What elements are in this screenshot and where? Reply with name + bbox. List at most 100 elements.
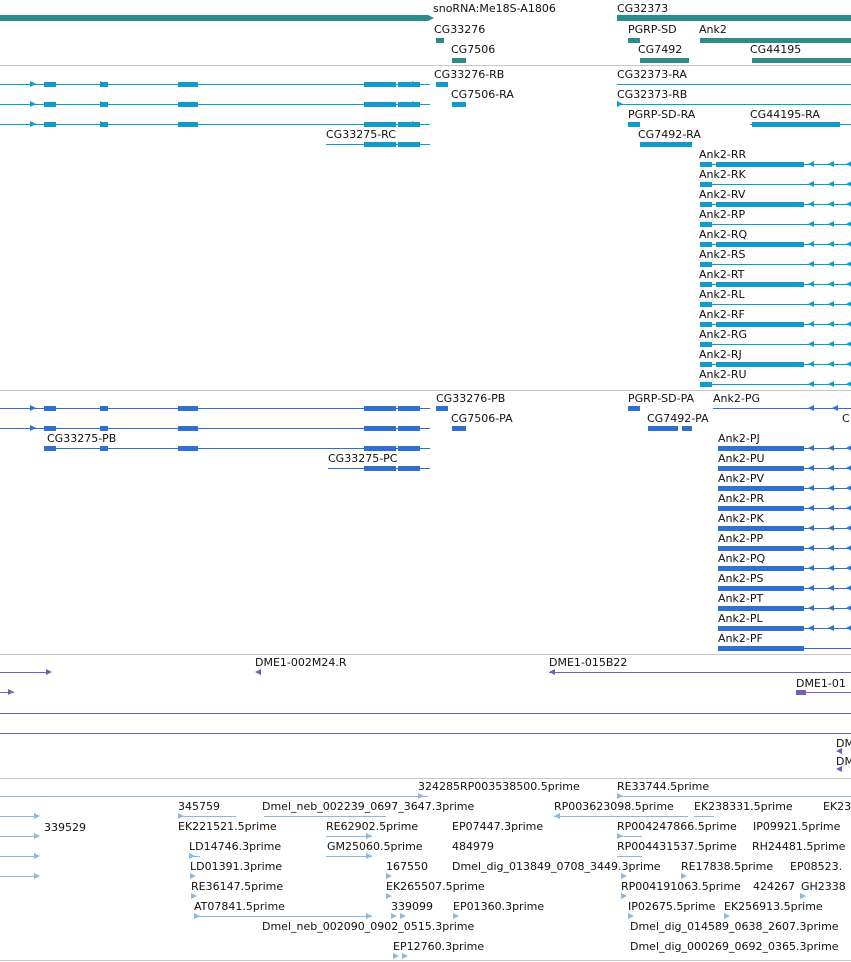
feature-label-proteins[interactable]: Ank2-PL (718, 612, 763, 625)
feature-label-transcripts[interactable]: CG32373-RA (617, 68, 687, 81)
feature-label-proteins[interactable]: Ank2-PF (718, 632, 763, 645)
feature-exon[interactable] (700, 281, 712, 287)
feature-exon[interactable] (628, 37, 640, 43)
feature-intron-line[interactable] (262, 916, 370, 917)
feature-exon[interactable] (617, 15, 851, 21)
feature-intron-line[interactable] (178, 816, 236, 817)
feature-label-proteins[interactable]: Ank2-PS (718, 572, 763, 585)
feature-label-genes[interactable]: CG33276 (434, 23, 485, 36)
feature-label-ests[interactable]: EK23 (823, 800, 851, 813)
feature-label-genes[interactable]: snoRNA:Me18S-A1806 (433, 2, 556, 15)
feature-exon[interactable] (44, 101, 56, 107)
feature-label-transcripts[interactable]: PGRP-SD-RA (628, 108, 695, 121)
feature-intron-line[interactable] (0, 672, 48, 673)
feature-label-transcripts[interactable]: Ank2-RL (699, 288, 745, 301)
feature-intron-line[interactable] (264, 816, 386, 817)
feature-label-clones[interactable]: DM (836, 755, 851, 768)
feature-label-ests[interactable]: RE17838.5prime (681, 860, 773, 873)
feature-exon[interactable] (648, 425, 678, 431)
feature-exon[interactable] (178, 405, 198, 411)
feature-label-transcripts[interactable]: CG7506-RA (451, 88, 514, 101)
feature-exon[interactable] (640, 57, 689, 63)
feature-label-clones[interactable]: DME1-002M24.R (255, 656, 347, 669)
feature-label-transcripts[interactable]: Ank2-RU (699, 368, 747, 381)
feature-exon[interactable] (752, 57, 851, 63)
feature-exon[interactable] (364, 445, 396, 451)
feature-label-proteins[interactable]: Ank2-PG (713, 392, 760, 405)
feature-label-ests[interactable]: IP02675.5prime (628, 900, 715, 913)
feature-label-genes[interactable]: CG7492 (638, 43, 682, 56)
feature-label-transcripts[interactable]: Ank2-RP (699, 208, 745, 221)
feature-label-genes[interactable]: CG7506 (451, 43, 495, 56)
feature-label-proteins[interactable]: CG33275-PC (328, 452, 397, 465)
feature-label-proteins[interactable]: Ank2-PK (718, 512, 764, 525)
feature-exon[interactable] (718, 485, 804, 491)
feature-intron-line[interactable] (713, 408, 851, 409)
feature-exon[interactable] (718, 605, 804, 611)
feature-exon[interactable] (44, 81, 56, 87)
feature-exon[interactable] (700, 241, 712, 247)
feature-label-clones[interactable]: DM (836, 737, 851, 750)
feature-exon[interactable] (700, 321, 712, 327)
feature-intron-line[interactable] (0, 733, 851, 734)
feature-intron-line[interactable] (0, 856, 38, 857)
feature-label-transcripts[interactable]: CG33275-RC (326, 128, 396, 141)
feature-exon[interactable] (178, 101, 198, 107)
feature-label-ests[interactable]: RE36147.5prime (191, 880, 283, 893)
feature-exon[interactable] (398, 465, 420, 471)
feature-exon[interactable] (700, 301, 712, 307)
feature-label-ests[interactable]: 345759 (178, 800, 220, 813)
feature-label-ests[interactable]: 167550 (386, 860, 428, 873)
feature-label-ests[interactable]: EP08523. (790, 860, 842, 873)
feature-exon[interactable] (718, 585, 804, 591)
feature-intron-line[interactable] (617, 796, 851, 797)
feature-exon[interactable] (44, 121, 56, 127)
feature-exon[interactable] (628, 405, 640, 411)
feature-label-ests[interactable]: 484979 (452, 840, 494, 853)
feature-exon[interactable] (718, 645, 804, 651)
feature-exon[interactable] (178, 445, 198, 451)
feature-intron-line[interactable] (554, 816, 688, 817)
feature-label-ests[interactable]: RP004431537.5prime (617, 840, 737, 853)
feature-exon[interactable] (44, 405, 56, 411)
feature-label-transcripts[interactable]: Ank2-RJ (699, 348, 742, 361)
feature-intron-line[interactable] (549, 672, 851, 673)
feature-exon[interactable] (364, 121, 396, 127)
feature-exon[interactable] (178, 425, 198, 431)
feature-exon[interactable] (436, 81, 448, 87)
feature-exon[interactable] (718, 445, 804, 451)
feature-label-transcripts[interactable]: Ank2-RS (699, 248, 745, 261)
feature-label-proteins[interactable]: CG33276-PB (436, 392, 505, 405)
feature-exon[interactable] (100, 425, 108, 431)
feature-exon[interactable] (398, 405, 420, 411)
feature-exon[interactable] (752, 121, 840, 127)
feature-exon[interactable] (364, 465, 396, 471)
feature-label-ests[interactable]: EP01360.3prime (453, 900, 544, 913)
feature-exon[interactable] (796, 689, 806, 695)
feature-label-proteins[interactable]: Ank2-PU (718, 452, 765, 465)
feature-label-ests[interactable]: GM25060.5prime (327, 840, 423, 853)
feature-label-proteins[interactable]: CG7506-PA (451, 412, 513, 425)
feature-label-genes[interactable]: CG44195 (750, 43, 801, 56)
feature-label-ests[interactable]: EK221521.5prime (178, 820, 277, 833)
feature-exon[interactable] (178, 121, 198, 127)
feature-label-proteins[interactable]: CG33275-PB (47, 432, 116, 445)
feature-intron-line[interactable] (617, 104, 851, 105)
feature-label-ests[interactable]: Dmel_dig_013849_0708_3449.3prime (452, 860, 661, 873)
feature-label-transcripts[interactable]: Ank2-RT (699, 268, 744, 281)
feature-exon[interactable] (716, 201, 804, 207)
feature-label-clones[interactable]: DME1-01 (796, 677, 846, 690)
feature-exon[interactable] (0, 15, 428, 21)
feature-label-ests[interactable]: RP004247866.5prime (617, 820, 737, 833)
feature-exon[interactable] (436, 405, 448, 411)
feature-label-ests[interactable]: AT07841.5prime (194, 900, 285, 913)
feature-exon[interactable] (452, 57, 466, 63)
feature-exon[interactable] (700, 341, 712, 347)
feature-exon[interactable] (700, 381, 712, 387)
feature-exon[interactable] (640, 141, 692, 147)
feature-exon[interactable] (716, 161, 804, 167)
feature-label-ests[interactable]: EP07447.3prime (452, 820, 543, 833)
feature-exon[interactable] (436, 37, 444, 43)
feature-exon[interactable] (718, 625, 804, 631)
feature-label-transcripts[interactable]: Ank2-RV (699, 188, 745, 201)
